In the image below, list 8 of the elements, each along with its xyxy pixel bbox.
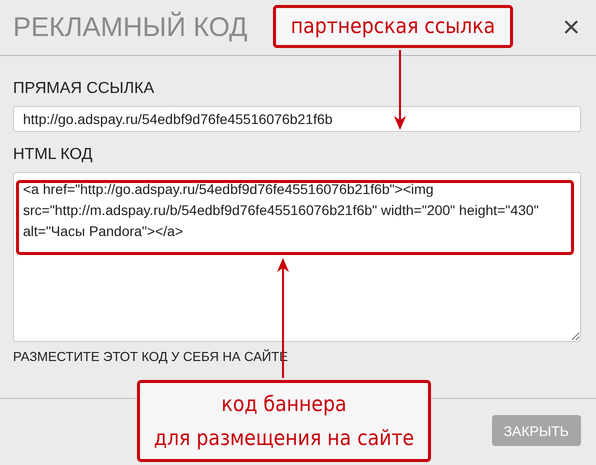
dialog-title: РЕКЛАМНЫЙ КОД bbox=[13, 12, 248, 43]
link-field[interactable]: http://go.adspay.ru/54edbf9d76fe45516076b21f6b bbox=[13, 106, 581, 132]
field-label: HTML КОД bbox=[13, 146, 94, 164]
field-label: ПРЯМАЯ ССЫЛКА bbox=[13, 80, 156, 98]
callout-label: партнерская ссылка bbox=[273, 5, 513, 48]
callout-label: код баннера для размещения на сайте bbox=[137, 380, 431, 462]
close-button[interactable]: × bbox=[558, 12, 584, 42]
code-field[interactable]: <a href="http://go.adspay.ru/54edbf9d76fe45516076b21f6b"><img src="http://m.adspay.ru/b/54edbf9d76fe45516076b21f6b" width="200" height="430" alt="Часы Pandora"></a> bbox=[13, 172, 581, 342]
